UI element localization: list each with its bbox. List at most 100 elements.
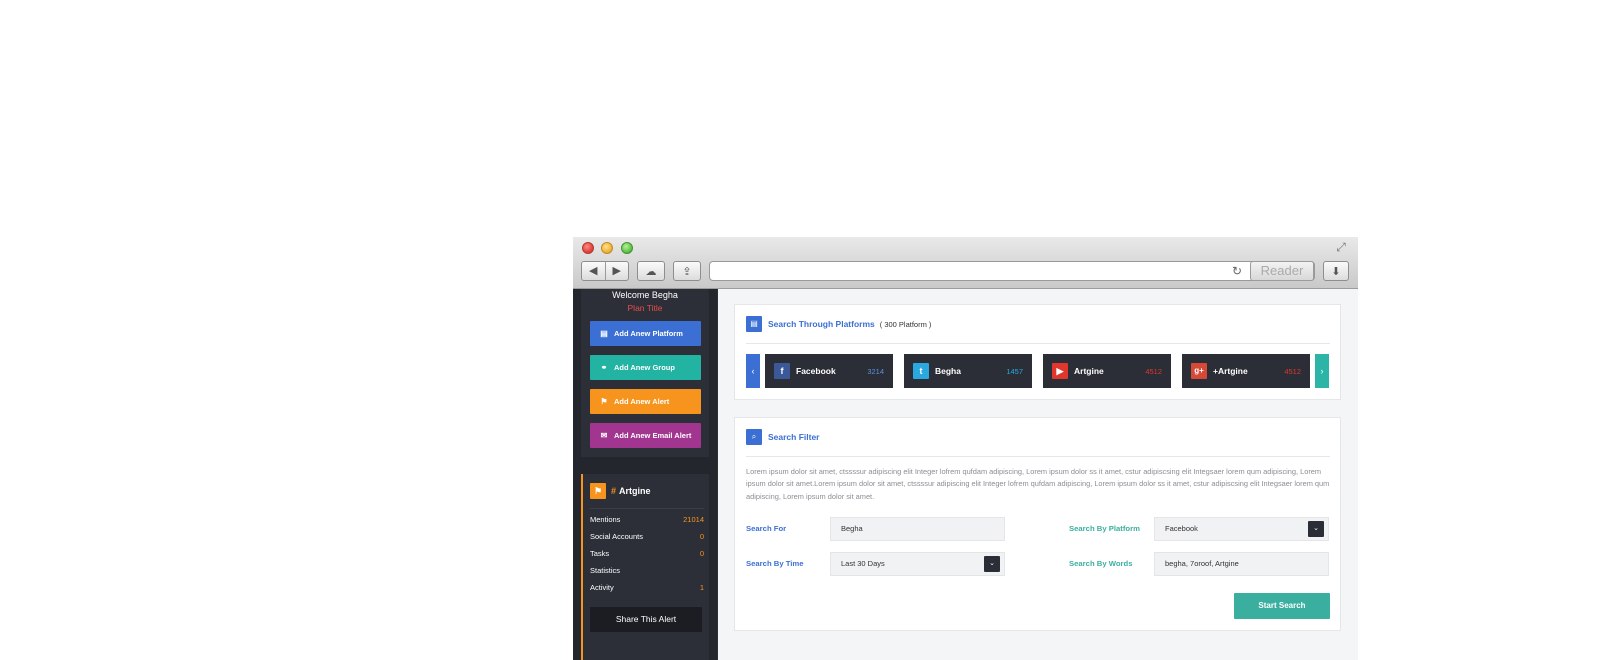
carousel-prev-button[interactable]: ‹	[746, 354, 760, 388]
download-icon: ⬇	[1331, 265, 1341, 278]
platform-card-google-plus[interactable]: g+ +Artgine 4512	[1182, 354, 1310, 388]
filter-description: Lorem ipsum dolor sit amet, ctssssur adi…	[746, 467, 1330, 501]
reload-icon[interactable]: ↻	[1232, 264, 1242, 278]
platform-name: +Artgine	[1213, 366, 1248, 376]
search-filter-header: ⌕ Search Filter	[746, 429, 820, 445]
chevron-down-icon[interactable]: ⌄	[984, 556, 1000, 572]
welcome-text: Welcome Begha	[612, 290, 678, 300]
time-filter-label: Search By Time	[746, 559, 804, 568]
stat-label: Statistics	[590, 566, 621, 575]
share-button[interactable]: ⇪	[673, 261, 701, 281]
back-icon[interactable]: ◀	[582, 262, 605, 280]
platforms-icon: ▤	[746, 316, 762, 332]
icloud-tabs-button[interactable]: ☁	[637, 261, 665, 281]
carousel-next-button[interactable]: ›	[1315, 354, 1329, 388]
divider	[746, 343, 1330, 344]
chevron-down-icon[interactable]: ⌄	[1308, 521, 1324, 537]
platforms-card-header: ▤ Search Through Platforms ( 300 Platfor…	[746, 316, 931, 332]
add-group-button[interactable]: ⚭ Add Anew Group	[590, 355, 701, 380]
paperclip-icon: ⚭	[600, 362, 608, 372]
search-filter-title: Search Filter	[768, 432, 820, 442]
flag-icon: ⚑	[600, 396, 608, 406]
reader-button[interactable]: Reader	[1250, 261, 1314, 281]
start-search-button[interactable]: Start Search	[1234, 593, 1330, 619]
search-for-value: Begha	[841, 524, 863, 533]
divider	[590, 508, 704, 509]
time-select-value: Last 30 Days	[841, 559, 885, 568]
close-window-button[interactable]	[582, 242, 594, 254]
divider	[746, 456, 1330, 457]
hash-symbol: #	[611, 486, 617, 496]
plan-title[interactable]: Plan Title	[581, 303, 709, 313]
chevron-left-icon: ‹	[751, 366, 755, 376]
zoom-window-button[interactable]	[621, 242, 633, 254]
platform-card-youtube[interactable]: ▶ Artgine 4512	[1043, 354, 1171, 388]
platform-icon: ▤	[600, 328, 608, 338]
downloads-button[interactable]: ⬇	[1323, 261, 1349, 281]
add-alert-button[interactable]: ⚑ Add Anew Alert	[590, 389, 701, 414]
words-input[interactable]: begha, 7oroof, Artgine	[1154, 552, 1329, 576]
minimize-window-button[interactable]	[601, 242, 613, 254]
stat-label: Activity	[590, 583, 614, 592]
add-group-label: Add Anew Group	[614, 363, 675, 372]
add-alert-label: Add Anew Alert	[614, 397, 670, 406]
share-alert-button[interactable]: Share This Alert	[590, 607, 702, 632]
time-select[interactable]: Last 30 Days ⌄	[830, 552, 1005, 576]
main-content: ▤ Search Through Platforms ( 300 Platfor…	[718, 289, 1358, 660]
cloud-icon: ☁	[645, 265, 657, 278]
stat-label: Social Accounts	[590, 532, 643, 541]
words-input-value: begha, 7oroof, Artgine	[1165, 559, 1239, 568]
add-email-alert-button[interactable]: ✉ Add Anew Email Alert	[590, 423, 701, 448]
platform-card-twitter[interactable]: t Begha 1457	[904, 354, 1032, 388]
twitter-icon: t	[913, 363, 929, 379]
platforms-count: ( 300 Platform )	[879, 319, 932, 329]
facebook-icon: f	[774, 363, 790, 379]
fullscreen-icon[interactable]: ⤢	[1334, 240, 1348, 254]
platform-filter-label: Search By Platform	[1069, 524, 1140, 533]
words-filter-label: Search By Words	[1069, 559, 1133, 568]
stat-value: 0	[699, 532, 704, 541]
google-plus-icon: g+	[1191, 363, 1207, 379]
stat-value: 21014	[683, 515, 704, 524]
sidebar: Welcome Begha Plan Title ▤ Add Anew Plat…	[573, 289, 717, 660]
platform-count: 4512	[1145, 366, 1162, 376]
stat-row-social-accounts[interactable]: Social Accounts 0	[590, 532, 704, 541]
platform-name: Facebook	[796, 366, 836, 376]
platform-card-facebook[interactable]: f Facebook 3214	[765, 354, 893, 388]
browser-toolbar: ⤢ ◀ ▶ ☁ ⇪ ↻ Reader ⬇	[573, 237, 1358, 289]
search-for-input[interactable]: Begha	[830, 517, 1005, 541]
stat-value: 1	[699, 583, 704, 592]
stat-label: Tasks	[590, 549, 610, 558]
add-platform-label: Add Anew Platform	[614, 329, 683, 338]
browser-window: ⤢ ◀ ▶ ☁ ⇪ ↻ Reader ⬇ Welcome Begha Plan …	[573, 237, 1358, 660]
chevron-right-icon: ›	[1320, 366, 1324, 376]
binoculars-icon: ⌕	[746, 429, 762, 445]
platforms-card: ▤ Search Through Platforms ( 300 Platfor…	[734, 304, 1341, 400]
youtube-icon: ▶	[1052, 363, 1068, 379]
platform-count: 3214	[867, 366, 884, 376]
platform-count: 4512	[1284, 366, 1301, 376]
stat-value: 0	[699, 549, 704, 558]
add-email-alert-label: Add Anew Email Alert	[614, 431, 692, 440]
address-bar[interactable]: ↻ Reader	[709, 261, 1315, 281]
platform-count: 1457	[1006, 366, 1023, 376]
envelope-icon: ✉	[600, 430, 608, 440]
flag-icon: ⚑	[590, 483, 606, 499]
platform-select-value: Facebook	[1165, 524, 1198, 533]
alert-name: Artgine	[619, 486, 651, 496]
stat-row-activity[interactable]: Activity 1	[590, 583, 704, 592]
stat-row-tasks[interactable]: Tasks 0	[590, 549, 704, 558]
platform-select[interactable]: Facebook ⌄	[1154, 517, 1329, 541]
platforms-card-title: Search Through Platforms	[768, 319, 875, 329]
forward-icon[interactable]: ▶	[604, 262, 629, 280]
add-platform-button[interactable]: ▤ Add Anew Platform	[590, 321, 701, 346]
stat-row-mentions[interactable]: Mentions 21014	[590, 515, 704, 524]
stat-row-statistics[interactable]: Statistics	[590, 566, 704, 575]
user-panel: Welcome Begha Plan Title ▤ Add Anew Plat…	[581, 289, 709, 457]
share-icon: ⇪	[682, 265, 692, 278]
platform-name: Begha	[935, 366, 961, 376]
alert-summary-panel: ⚑ # Artgine Mentions 21014 Social Accoun…	[581, 474, 709, 660]
back-forward-group: ◀ ▶	[581, 261, 629, 281]
alert-title: ⚑ # Artgine	[590, 483, 651, 499]
stat-label: Mentions	[590, 515, 621, 524]
